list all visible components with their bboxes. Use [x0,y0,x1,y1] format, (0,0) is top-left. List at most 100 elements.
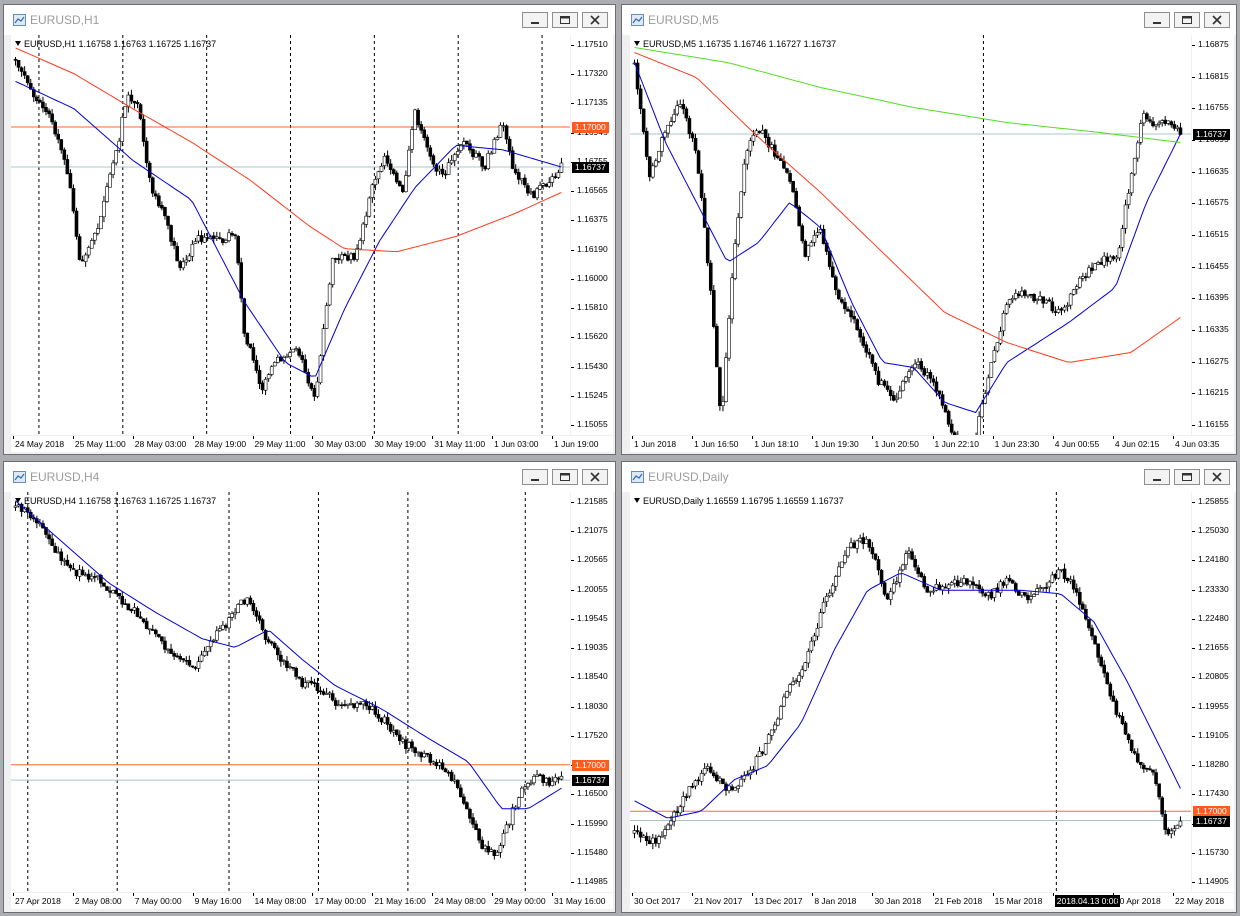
maximize-button[interactable] [1174,469,1200,485]
price-tick-label: 1.15430 [577,360,608,371]
time-axis[interactable]: 27 Apr 2018 2 May 08:00 7 May 00:00 9 May 1… [11,893,613,909]
time-axis[interactable]: 30 Oct 2017 21 Nov 2017 13 Dec 2017 8 Jan 2… [630,893,1234,909]
price-axis[interactable]: 1.168751.168151.167551.166951.166351.165… [1192,35,1234,435]
candle-bull [1123,204,1128,229]
candle-bear [401,185,405,193]
maximize-button[interactable] [552,12,578,28]
title-bar[interactable]: EURUSD,H1 [4,5,615,35]
candle-bear [38,99,42,103]
candle-bear [358,702,362,705]
price-tick [1192,298,1195,300]
candle-bull [382,716,387,724]
chart-plot-area[interactable]: EURUSD,H1 1.16758 1.16763 1.16725 1.1673… [11,35,570,435]
time-axis[interactable]: 24 May 2018 25 May 11:00 28 May 03:00 28 Ma… [11,436,613,452]
time-tick [1052,893,1054,896]
maximize-button[interactable] [552,469,578,485]
candle-bull [1138,123,1143,143]
minimize-button[interactable] [522,469,548,485]
candle-bear [379,717,384,723]
candle-bull [1120,228,1125,248]
candle-bull [660,137,664,152]
title-bar[interactable]: EURUSD,H4 [4,462,615,492]
candle-bear [413,747,417,753]
candle-bull [809,640,814,652]
price-tick [571,191,574,193]
candle-bear [705,227,710,264]
candle-bear [1142,764,1146,770]
minimize-button[interactable] [522,12,548,28]
candle-bull [1166,120,1171,124]
time-tick-label: 21 Feb 2018 [934,896,983,906]
candle-bear [1023,290,1027,296]
price-tick-label: 1.20565 [577,554,608,565]
candle-bull [742,163,747,193]
close-button[interactable] [1204,12,1230,28]
candle-bear [65,559,70,566]
price-axis[interactable]: 1.175101.173201.171351.169451.167551.165… [571,35,613,435]
time-axis[interactable]: 1 Jun 2018 1 Jun 16:50 1 Jun 18:10 1 Jun 19… [630,436,1234,452]
chart-window-h1[interactable]: EURUSD,H1 EURUSD,H1 1.16758 1.16763 1.16… [3,4,616,455]
chart-plot-area[interactable]: EURUSD,Daily 1.16559 1.16795 1.16559 1.1… [630,492,1191,892]
chart-plot-area[interactable]: EURUSD,H4 1.16758 1.16763 1.16725 1.1673… [11,492,570,892]
candle-bull [373,179,378,186]
candle-bear [885,593,890,600]
price-tick [1192,425,1195,426]
candle-bear [647,156,652,178]
candle-bear [1172,124,1177,129]
candle-bear [330,693,335,701]
candle-bear [147,162,152,178]
chart-window-m5[interactable]: EURUSD,M5 EURUSD,M5 1.16735 1.16746 1.16… [621,4,1237,455]
price-tick [571,74,574,76]
candle-bull [782,696,786,707]
close-button[interactable] [1204,469,1230,485]
maximize-button[interactable] [1174,12,1200,28]
candle-bull [1175,824,1180,829]
candle-bear [184,660,189,662]
candle-bull [745,150,750,165]
candle-bear [19,67,24,72]
candle-bull [730,277,734,320]
candle-bull [1135,142,1140,159]
close-button[interactable] [582,469,608,485]
candle-bear [1016,293,1021,297]
time-tick-label: 8 Jan 2018 [814,896,857,906]
candle-bear [1160,797,1164,815]
minimize-button[interactable] [1144,469,1170,485]
candle-bull [187,255,192,261]
chart-window-h4[interactable]: EURUSD,H4 EURUSD,H4 1.16758 1.16763 1.16… [3,461,616,913]
price-tick-label: 1.16875 [1198,39,1229,49]
chart-window-daily[interactable]: EURUSD,Daily EURUSD,Daily 1.16559 1.1679… [621,461,1237,913]
candle-bear [404,739,408,749]
chart-plot-area[interactable]: EURUSD,M5 1.16735 1.16746 1.16727 1.1673… [630,35,1191,435]
time-tick [312,436,314,439]
price-axis[interactable]: 1.25855 1.25030 1.24180 1.23330 1.22480 1.216… [1192,492,1234,892]
price-axis[interactable]: 1.21585 1.21075 1.20565 1.20055 1.19545 1.190… [571,492,613,892]
candle-bear [922,576,927,588]
minimize-button[interactable] [1144,12,1170,28]
candle-bull [666,824,670,830]
candle-bear [1090,267,1094,271]
candle-bear [458,787,463,798]
candle-bull [245,597,250,605]
price-tick-label: 1.16500 [577,788,608,799]
close-button[interactable] [582,12,608,28]
candle-bull [501,833,506,846]
time-tick-label: 30 May 19:00 [374,439,426,449]
price-tick-label: 1.18540 [577,671,608,682]
candle-bull [1129,173,1134,194]
maximize-icon [1182,16,1192,24]
candle-bear [788,172,792,182]
title-bar[interactable]: EURUSD,Daily [622,462,1236,492]
time-tick-label: 30 Apr 2018 [1114,896,1161,906]
time-tick [13,893,14,896]
candle-bear [181,658,186,661]
price-tick-label: 1.17520 [577,729,608,740]
candle-bear [343,253,347,256]
candle-bear [150,629,155,631]
price-tick [1192,589,1195,591]
title-bar[interactable]: EURUSD,M5 [622,5,1236,35]
time-tick [192,436,194,439]
candle-bear [699,173,704,199]
candle-bear [1084,276,1088,278]
candle-bull [766,734,771,744]
